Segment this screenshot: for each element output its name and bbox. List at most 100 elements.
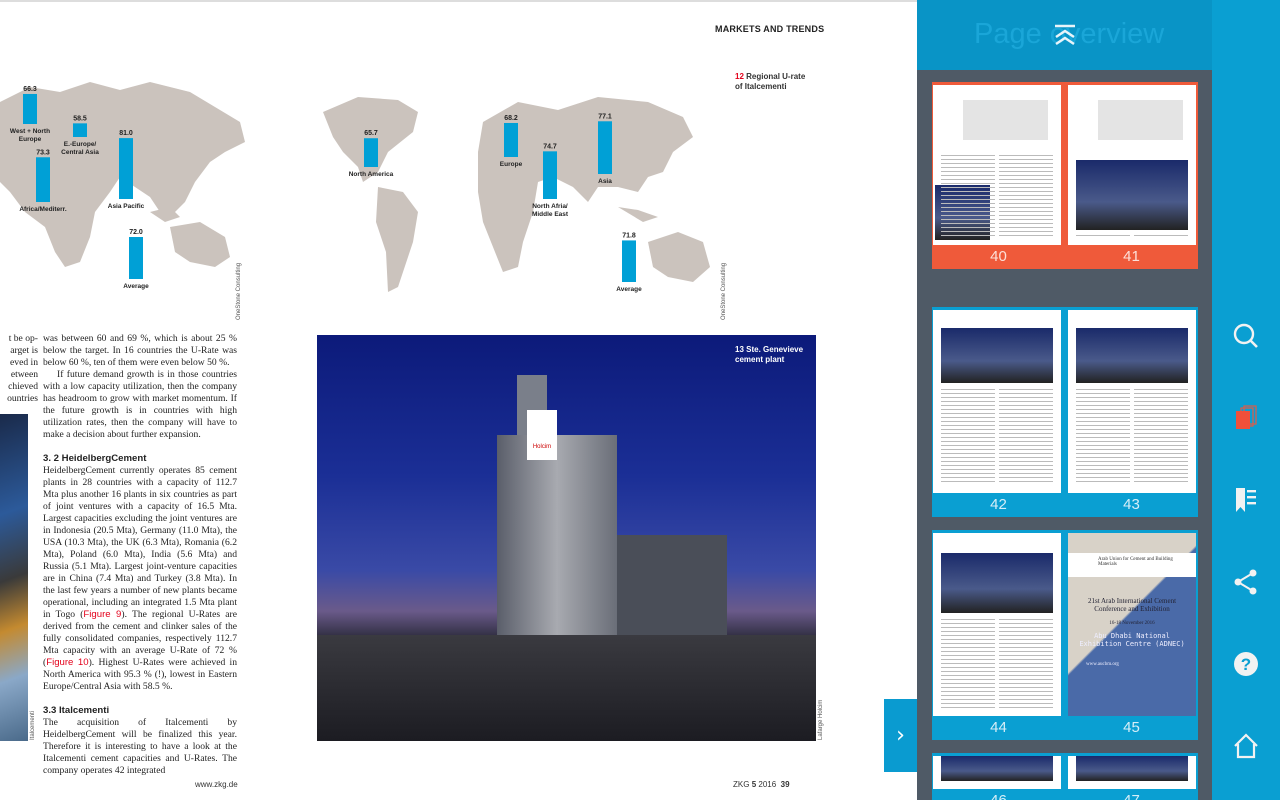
page-thumbnail-40[interactable] [933, 85, 1061, 245]
thumb-map [1098, 100, 1183, 140]
thumb-text [999, 457, 1053, 458]
thumb-text [941, 199, 995, 200]
thumb-text [999, 651, 1053, 652]
fragment: chieved [8, 381, 38, 392]
figure-10-link[interactable]: Figure 10 [46, 657, 88, 668]
page-thumbnail-41[interactable] [1068, 85, 1196, 245]
thumb-text [999, 635, 1053, 636]
thumb-text [941, 207, 995, 208]
thumb-text [941, 477, 995, 478]
thumb-text [1076, 425, 1130, 426]
thumb-text [999, 671, 1053, 672]
page-thumbnail-43[interactable] [1068, 310, 1196, 493]
home-icon[interactable] [1232, 732, 1260, 760]
bar [504, 122, 518, 157]
page-thumbnail-42[interactable] [933, 310, 1061, 493]
thumb-text [1134, 481, 1188, 482]
category-label: Europe [500, 161, 523, 168]
category-label: Middle East [532, 211, 569, 218]
thumb-text [941, 675, 995, 676]
thumb-text [941, 179, 995, 180]
figure-9-link[interactable]: Figure 9 [83, 609, 121, 620]
thumb-text [1134, 409, 1188, 410]
thumb-text [999, 643, 1053, 644]
thumb-text [1076, 441, 1130, 442]
thumb-text [941, 651, 995, 652]
bar-value-label: 72.0 [129, 229, 143, 236]
thumb-text [941, 643, 995, 644]
thumb-text [941, 219, 995, 220]
thumb-image [1076, 756, 1188, 781]
bar [73, 123, 87, 137]
thumb-text [999, 675, 1053, 676]
ad-url: www.aucbm.org [1086, 662, 1119, 667]
thumb-image [1076, 328, 1188, 383]
thumb-text [999, 163, 1053, 164]
thumb-text [941, 409, 995, 410]
thumb-text [1076, 437, 1130, 438]
bar [543, 151, 557, 199]
thumb-text [1134, 401, 1188, 402]
thumb-text [999, 445, 1053, 446]
spread-thumbnail[interactable]: 44 Arab Union for Cement and Building Mat… [932, 530, 1198, 740]
thumb-text [941, 473, 995, 474]
thumb-text [999, 211, 1053, 212]
ad-date: 16-18 November 2016 [1109, 621, 1155, 626]
spread-thumbnail[interactable]: 4647 [932, 753, 1198, 800]
thumb-text [999, 425, 1053, 426]
thumb-text [999, 159, 1053, 160]
thumb-text [1076, 401, 1130, 402]
magazine-page-spread[interactable]: 66.3 West + North Europe 58.5 E.-Europe/Cent… [0, 0, 917, 800]
thumb-text [999, 683, 1053, 684]
page-thumbnail-46[interactable] [933, 756, 1061, 789]
thumb-text [941, 687, 995, 688]
ad-venue: Abu Dhabi National Exhibition Centre (AD… [1079, 632, 1185, 648]
thumb-text [941, 163, 995, 164]
thumb-text [941, 469, 995, 470]
thumb-text [941, 405, 995, 406]
thumb-text [941, 707, 995, 708]
thumb-text [1076, 457, 1130, 458]
bookmarks-icon[interactable] [1232, 486, 1260, 514]
spread-thumbnail[interactable]: 42 43 [932, 307, 1198, 517]
thumb-text [1134, 413, 1188, 414]
help-icon[interactable]: ? [1232, 650, 1260, 678]
thumb-text [999, 195, 1053, 196]
footer-url[interactable]: www.zkg.de [195, 780, 238, 789]
thumb-text [941, 683, 995, 684]
thumb-text [941, 183, 995, 184]
spread-thumbnail[interactable]: 40 41 [932, 82, 1198, 269]
fragment: eved in [10, 357, 38, 368]
search-icon[interactable] [1232, 322, 1260, 350]
bar-value-label: 71.8 [622, 232, 636, 239]
thumb-text [999, 461, 1053, 462]
thumb-text [941, 159, 995, 160]
page-thumbnail-45[interactable]: Arab Union for Cement and Building Mater… [1068, 533, 1196, 716]
thumb-text [941, 155, 995, 156]
chevron-right-icon: › [896, 723, 905, 748]
pages-icon[interactable] [1232, 404, 1260, 432]
thumb-text [941, 679, 995, 680]
photo-credit: Lafarge Holcim [818, 699, 824, 740]
next-page-button[interactable]: › [884, 699, 917, 772]
page-thumbnail-47[interactable] [1068, 756, 1196, 789]
share-icon[interactable] [1232, 568, 1260, 596]
thumb-text [999, 219, 1053, 220]
thumb-text [999, 707, 1053, 708]
fragment: etween [10, 369, 38, 380]
thumb-image [941, 756, 1053, 781]
thumb-text [1076, 481, 1130, 482]
thumb-map [963, 100, 1048, 140]
thumb-text [999, 663, 1053, 664]
issue: 5 [751, 780, 757, 789]
page-number-label: 42 [990, 496, 1007, 513]
page-thumbnail-44[interactable] [933, 533, 1061, 716]
thumb-text [999, 473, 1053, 474]
double-chevron-up-icon[interactable] [1053, 24, 1077, 46]
thumb-text [999, 631, 1053, 632]
figure-text: Regional U-rate of Italcementi [735, 72, 806, 91]
thumb-text [1134, 469, 1188, 470]
thumb-text [999, 437, 1053, 438]
thumb-image [941, 553, 1053, 613]
thumb-text [999, 619, 1053, 620]
